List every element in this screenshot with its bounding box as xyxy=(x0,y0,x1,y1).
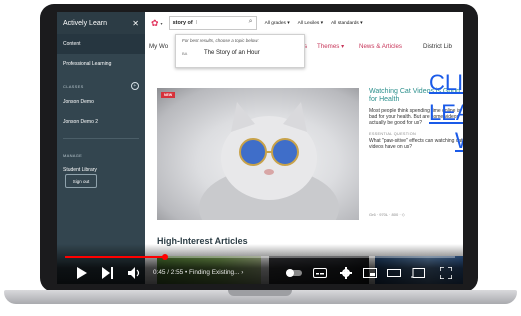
classes-heading: CLASSES + xyxy=(57,74,145,92)
suggestion-title: The Story of an Hour xyxy=(204,50,260,56)
laptop-frame: Actively Learn ✕ Content Professional Le… xyxy=(0,0,521,316)
volume-icon[interactable] xyxy=(123,265,145,281)
search-icon[interactable]: ⌕ xyxy=(249,18,253,26)
sidebar-item-professional-learning[interactable]: Professional Learning xyxy=(57,54,145,74)
standards-filter[interactable]: All standards ▾ xyxy=(331,21,363,26)
cta-line[interactable]: WATCH xyxy=(455,130,463,152)
autoplay-toggle-icon[interactable] xyxy=(283,265,305,281)
search-input[interactable]: story of I ⌕ xyxy=(168,16,257,30)
lexiles-filter-label: All Lexiles xyxy=(297,20,320,26)
new-badge: NEW xyxy=(161,92,176,98)
laptop-base-notch xyxy=(228,290,292,296)
essential-question: What "paw-sitive" effects can watching c… xyxy=(369,138,463,150)
cat-sunglasses-image[interactable] xyxy=(157,88,359,248)
suggestions-hint: For best results, choose a topic below: xyxy=(182,38,259,43)
theater-mode-icon[interactable] xyxy=(383,265,405,281)
sidebar-item-class[interactable]: Jonson Demo 2 xyxy=(57,112,145,132)
suggestion-tag: BA xyxy=(182,50,188,56)
search-suggestions: For best results, choose a topic below: … xyxy=(175,34,305,68)
sidebar-item-class[interactable]: Jonson Demo xyxy=(57,92,145,112)
nav-themes[interactable]: Themes ▾ xyxy=(317,43,344,50)
settings-gear-icon[interactable] xyxy=(335,265,357,281)
article-meta: Gr6 · 970L · 800 · ◇ xyxy=(369,212,405,217)
sign-out-button[interactable]: Sign out xyxy=(65,174,97,188)
top-bar: ✿ ▾ story of I ⌕ All grades ▾ All Lexile… xyxy=(145,12,463,34)
video-progress-fill xyxy=(65,256,166,258)
sidebar-header: Actively Learn ✕ xyxy=(57,12,145,34)
play-icon[interactable] xyxy=(71,265,93,281)
brand-title: Actively Learn xyxy=(63,19,107,27)
chevron-down-icon: ▾ xyxy=(320,20,324,26)
video-controls: 0:45 / 2:55 • Finding Existing... › xyxy=(57,262,463,284)
chevron-down-icon: ▾ xyxy=(287,20,290,26)
fullscreen-icon[interactable] xyxy=(435,265,457,281)
video-progress-bar[interactable] xyxy=(65,254,455,260)
cast-icon[interactable] xyxy=(407,265,429,281)
chevron-down-icon: ▾ xyxy=(341,43,345,50)
grades-filter[interactable]: All grades ▾ xyxy=(265,21,290,26)
cta-line[interactable]: CLICK TO xyxy=(429,72,463,94)
nav-themes-label: Themes xyxy=(317,43,340,50)
video-time: 0:45 / 2:55 • Finding Existing... › xyxy=(153,269,243,276)
chevron-down-icon: ▾ xyxy=(360,20,363,26)
nav-district-library[interactable]: District Lib xyxy=(423,43,452,50)
logo-icon[interactable]: ✿ xyxy=(151,18,159,29)
sidebar-item-content[interactable]: Content xyxy=(57,34,145,54)
suggestion-item[interactable]: BA The Story of an Hour xyxy=(176,46,304,60)
essential-question-label: ESSENTIAL QUESTION xyxy=(369,132,417,136)
video-timestamp: 0:45 / 2:55 xyxy=(153,269,184,276)
video-chapter[interactable]: • Finding Existing... › xyxy=(185,269,243,276)
subtitles-icon[interactable] xyxy=(309,265,331,281)
text-cursor-icon: I xyxy=(195,20,198,26)
cat-illustration xyxy=(199,102,339,248)
grades-filter-label: All grades xyxy=(264,20,286,26)
classes-heading-label: CLASSES xyxy=(63,83,84,89)
nav-news-articles[interactable]: News & Articles xyxy=(359,43,402,50)
nav-my-works[interactable]: My Wo xyxy=(149,43,168,50)
next-icon[interactable] xyxy=(97,265,119,281)
divider xyxy=(63,138,139,139)
cta-line[interactable]: LEARN & xyxy=(429,102,463,124)
screen: Actively Learn ✕ Content Professional Le… xyxy=(57,12,463,284)
chevron-down-icon[interactable]: ▾ xyxy=(161,21,163,26)
miniplayer-icon[interactable] xyxy=(359,265,381,281)
lexiles-filter[interactable]: All Lexiles ▾ xyxy=(298,21,323,26)
close-icon[interactable]: ✕ xyxy=(132,19,139,28)
search-value: story of xyxy=(172,20,193,26)
add-class-icon[interactable]: + xyxy=(131,82,139,90)
standards-filter-label: All standards xyxy=(331,20,359,26)
manage-heading-label: MANAGE xyxy=(63,153,83,158)
manage-heading: MANAGE xyxy=(57,145,145,160)
